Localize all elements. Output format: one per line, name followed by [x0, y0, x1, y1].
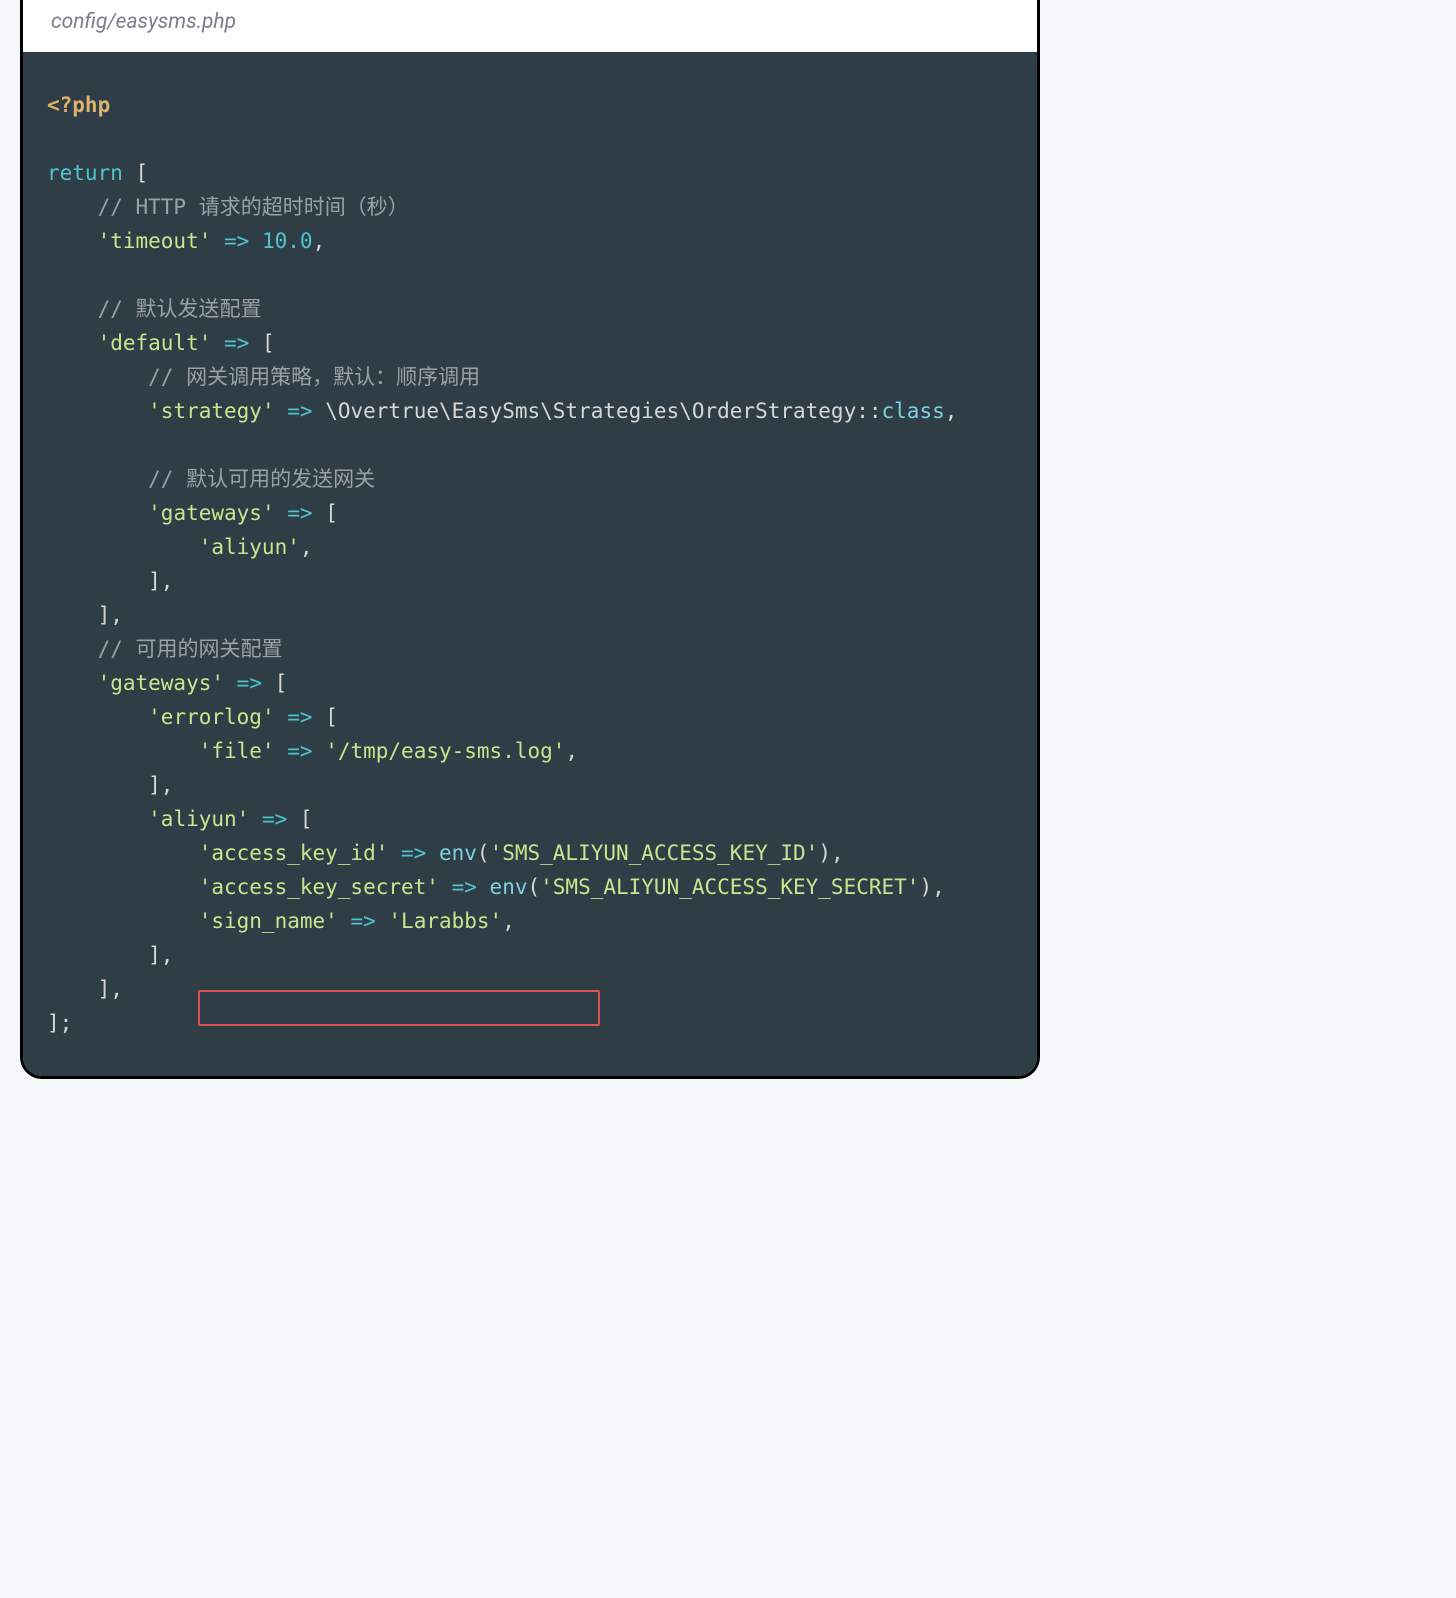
comma: , — [945, 399, 958, 423]
arrow: => — [287, 739, 312, 763]
comma: , — [300, 535, 313, 559]
arrow: => — [237, 671, 262, 695]
key-sign-name: 'sign_name' — [199, 909, 338, 933]
val-aliyun: 'aliyun' — [199, 535, 300, 559]
val-timeout: 10.0 — [262, 229, 313, 253]
arrow: => — [287, 705, 312, 729]
val-sign-name: 'Larabbs' — [388, 909, 502, 933]
paren-close: ) — [818, 841, 831, 865]
val-file: '/tmp/easy-sms.log' — [325, 739, 565, 763]
comma: , — [502, 909, 515, 933]
php-open-tag: <?php — [47, 93, 110, 117]
comment-gateway-cfg: // 可用的网关配置 — [98, 637, 283, 661]
arrow: => — [350, 909, 375, 933]
arrow: => — [224, 229, 249, 253]
arrow: => — [262, 807, 287, 831]
code-block: <?php return [ // HTTP 请求的超时时间（秒） 'timeo… — [23, 52, 1037, 1076]
bracket-open: [ — [136, 161, 149, 185]
arrow: => — [224, 331, 249, 355]
bracket-open: [ — [262, 331, 275, 355]
double-colon: :: — [856, 399, 881, 423]
bracket-close: ], — [148, 943, 173, 967]
comment-strategy: // 网关调用策略，默认：顺序调用 — [148, 365, 480, 389]
key-strategy: 'strategy' — [148, 399, 274, 423]
comma: , — [932, 875, 945, 899]
comma: , — [565, 739, 578, 763]
strategy-class-path: \Overtrue\EasySms\Strategies\OrderStrate… — [325, 399, 856, 423]
bracket-open: [ — [325, 705, 338, 729]
bracket-close: ], — [148, 773, 173, 797]
key-timeout: 'timeout' — [98, 229, 212, 253]
file-path: config/easysms.php — [23, 0, 1037, 52]
arrow: => — [401, 841, 426, 865]
key-access-key-secret: 'access_key_secret' — [199, 875, 439, 899]
bracket-open: [ — [300, 807, 313, 831]
key-gateways: 'gateways' — [148, 501, 274, 525]
env-fn: env — [490, 875, 528, 899]
return-keyword: return — [47, 161, 123, 185]
comma: , — [831, 841, 844, 865]
comment-default: // 默认发送配置 — [98, 297, 262, 321]
class-keyword: class — [882, 399, 945, 423]
comment-timeout: // HTTP 请求的超时时间（秒） — [98, 195, 409, 219]
arrow: => — [287, 399, 312, 423]
key-errorlog: 'errorlog' — [148, 705, 274, 729]
key-access-key-id: 'access_key_id' — [199, 841, 389, 865]
bracket-close: ], — [148, 569, 173, 593]
paren-open: ( — [477, 841, 490, 865]
return-close: ]; — [47, 1011, 72, 1035]
highlight-sign-name — [198, 990, 600, 1026]
comma: , — [313, 229, 326, 253]
code-window: config/easysms.php <?php return [ // HTT… — [20, 0, 1040, 1079]
key-gateways2: 'gateways' — [98, 671, 224, 695]
key-aliyun: 'aliyun' — [148, 807, 249, 831]
val-access-key-secret: 'SMS_ALIYUN_ACCESS_KEY_SECRET' — [540, 875, 919, 899]
bracket-close: ], — [98, 603, 123, 627]
bracket-close: ], — [98, 977, 123, 1001]
arrow: => — [452, 875, 477, 899]
bracket-open: [ — [275, 671, 288, 695]
key-file: 'file' — [199, 739, 275, 763]
bracket-open: [ — [325, 501, 338, 525]
key-default: 'default' — [98, 331, 212, 355]
paren-open: ( — [527, 875, 540, 899]
env-fn: env — [439, 841, 477, 865]
val-access-key-id: 'SMS_ALIYUN_ACCESS_KEY_ID' — [490, 841, 819, 865]
comment-gateways-avail: // 默认可用的发送网关 — [148, 467, 375, 491]
arrow: => — [287, 501, 312, 525]
paren-close: ) — [919, 875, 932, 899]
